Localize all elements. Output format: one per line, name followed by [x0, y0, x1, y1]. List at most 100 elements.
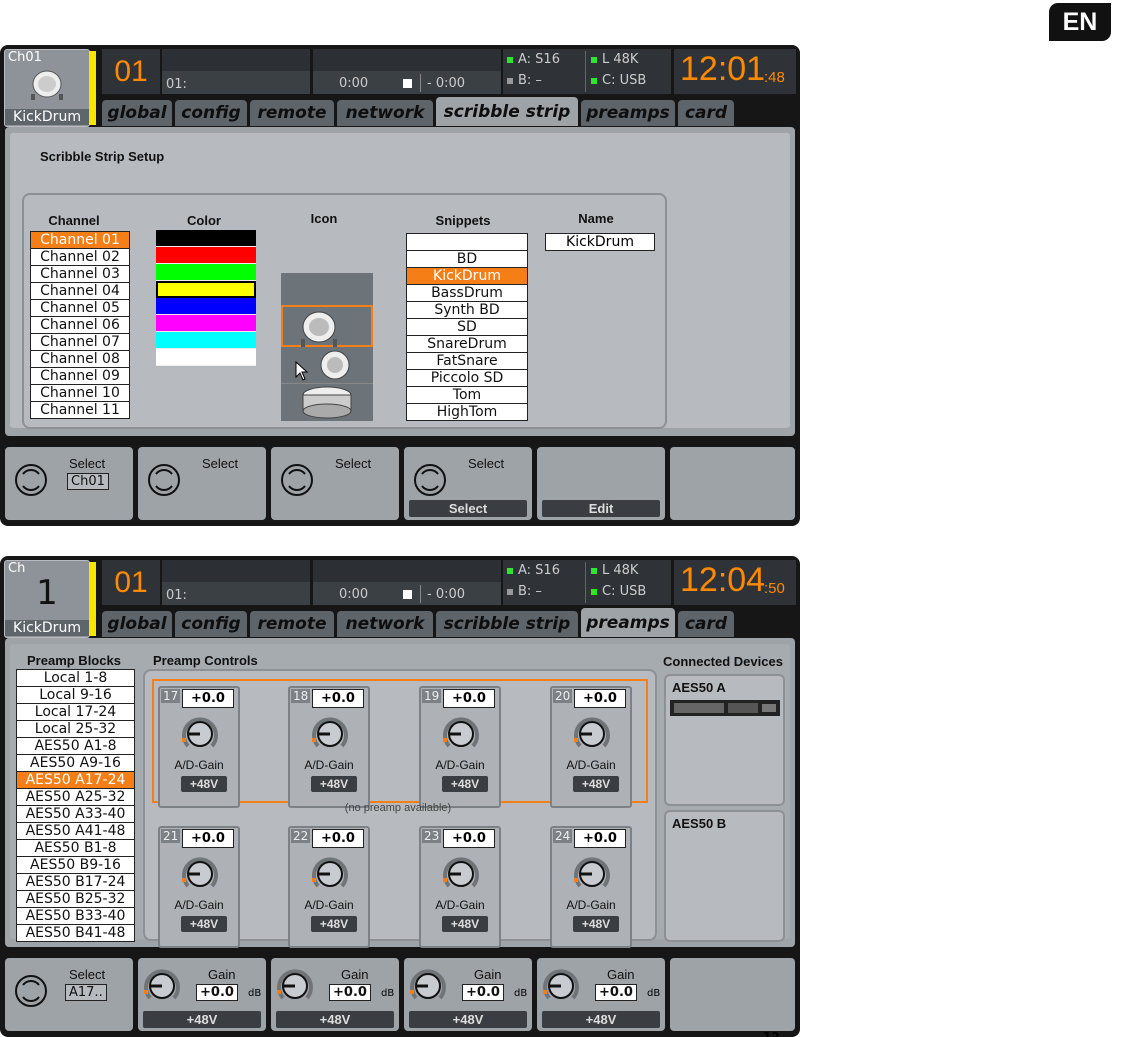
- softkey-2[interactable]: Gain +0.0 dB +48V: [138, 958, 266, 1031]
- tab-global[interactable]: global: [102, 100, 172, 126]
- gain-knob-icon[interactable]: [441, 714, 481, 758]
- gain-knob-icon[interactable]: [408, 966, 448, 1010]
- phantom-power-button[interactable]: +48V: [311, 916, 357, 932]
- list-item[interactable]: Channel 01: [31, 232, 129, 249]
- list-item[interactable]: Local 25-32: [17, 721, 134, 738]
- color-list[interactable]: [156, 230, 256, 366]
- softkey-5[interactable]: Gain +0.0 dB +48V: [537, 958, 665, 1031]
- list-item[interactable]: Local 17-24: [17, 704, 134, 721]
- list-item[interactable]: AES50 A41-48: [17, 823, 134, 840]
- tab-scribble-strip[interactable]: scribble strip: [436, 611, 578, 637]
- list-item[interactable]: Piccolo SD: [407, 370, 527, 387]
- list-item[interactable]: Channel 08: [31, 351, 129, 368]
- list-item[interactable]: BD: [407, 251, 527, 268]
- color-swatch[interactable]: [156, 230, 256, 247]
- softkey-3[interactable]: Select: [271, 447, 399, 520]
- list-item[interactable]: Channel 10: [31, 385, 129, 402]
- gain-knob-icon[interactable]: [541, 966, 581, 1010]
- color-swatch[interactable]: [156, 247, 256, 264]
- list-item[interactable]: SD: [407, 319, 527, 336]
- color-swatch[interactable]: [156, 281, 256, 298]
- color-swatch[interactable]: [156, 332, 256, 349]
- gain-knob-icon[interactable]: [572, 714, 612, 758]
- phantom-power-button[interactable]: +48V: [442, 916, 488, 932]
- tab-preamps[interactable]: preamps: [581, 100, 675, 126]
- softkey-3[interactable]: Gain +0.0 dB +48V: [271, 958, 399, 1031]
- list-item[interactable]: AES50 B1-8: [17, 840, 134, 857]
- tab-card[interactable]: card: [678, 100, 734, 126]
- list-item[interactable]: AES50 A17-24: [17, 772, 134, 789]
- phantom-power-button[interactable]: +48V: [311, 776, 357, 792]
- phantom-power-button[interactable]: +48V: [442, 776, 488, 792]
- name-field[interactable]: KickDrum: [545, 233, 655, 251]
- phantom-power-button[interactable]: +48V: [573, 916, 619, 932]
- list-item[interactable]: Local 9-16: [17, 687, 134, 704]
- list-item[interactable]: Synth BD: [407, 302, 527, 319]
- gain-knob-icon[interactable]: [310, 714, 350, 758]
- gain-value[interactable]: +0.0: [312, 829, 364, 848]
- preamp-blocks-list[interactable]: Local 1-8 Local 9-16 Local 17-24 Local 25-3…: [16, 669, 135, 942]
- phantom-power-button[interactable]: +48V: [143, 1011, 261, 1028]
- gain-knob-icon[interactable]: [142, 966, 182, 1010]
- softkey-6[interactable]: [670, 958, 795, 1031]
- softkey-1[interactable]: Select A17..: [5, 958, 133, 1031]
- list-item[interactable]: Channel 11: [31, 402, 129, 418]
- list-item[interactable]: Channel 02: [31, 249, 129, 266]
- color-swatch[interactable]: [156, 298, 256, 315]
- gain-knob-icon[interactable]: [275, 966, 315, 1010]
- tab-network[interactable]: network: [337, 100, 433, 126]
- gain-value[interactable]: +0.0: [574, 829, 626, 848]
- color-swatch[interactable]: [156, 315, 256, 332]
- list-item[interactable]: AES50 A33-40: [17, 806, 134, 823]
- tab-scribble-strip[interactable]: scribble strip: [436, 97, 578, 126]
- tab-remote[interactable]: remote: [250, 100, 334, 126]
- tab-config[interactable]: config: [175, 100, 247, 126]
- tab-network[interactable]: network: [337, 611, 433, 637]
- list-item[interactable]: [407, 234, 527, 251]
- tab-card[interactable]: card: [678, 611, 734, 637]
- list-item[interactable]: Local 1-8: [17, 670, 134, 687]
- softkey-2[interactable]: Select: [138, 447, 266, 520]
- list-item[interactable]: AES50 B41-48: [17, 925, 134, 941]
- edit-button[interactable]: Edit: [542, 500, 660, 517]
- color-swatch[interactable]: [156, 264, 256, 281]
- phantom-power-button[interactable]: +48V: [181, 776, 227, 792]
- list-item[interactable]: Channel 06: [31, 317, 129, 334]
- list-item[interactable]: Channel 05: [31, 300, 129, 317]
- list-item[interactable]: Tom: [407, 387, 527, 404]
- list-item[interactable]: Channel 09: [31, 368, 129, 385]
- softkey-5[interactable]: Edit: [537, 447, 665, 520]
- gain-knob-icon[interactable]: [180, 854, 220, 898]
- softkey-6[interactable]: [670, 447, 795, 520]
- list-item[interactable]: Channel 07: [31, 334, 129, 351]
- tab-preamps[interactable]: preamps: [581, 608, 675, 637]
- list-item[interactable]: FatSnare: [407, 353, 527, 370]
- phantom-power-button[interactable]: +48V: [181, 916, 227, 932]
- list-item[interactable]: AES50 A9-16: [17, 755, 134, 772]
- gain-value[interactable]: +0.0: [443, 829, 495, 848]
- softkey-4[interactable]: Select Select: [404, 447, 532, 520]
- gain-value[interactable]: +0.0: [574, 689, 626, 708]
- list-item[interactable]: Channel 03: [31, 266, 129, 283]
- list-item[interactable]: KickDrum: [407, 268, 527, 285]
- tab-global[interactable]: global: [102, 611, 172, 637]
- channel-list[interactable]: Channel 01 Channel 02 Channel 03 Channel 04…: [30, 231, 130, 419]
- phantom-power-button[interactable]: +48V: [276, 1011, 394, 1028]
- icon-list[interactable]: [281, 273, 373, 421]
- list-item[interactable]: AES50 B33-40: [17, 908, 134, 925]
- gain-knob-icon[interactable]: [572, 854, 612, 898]
- gain-value[interactable]: +0.0: [182, 689, 234, 708]
- softkey-4[interactable]: Gain +0.0 dB +48V: [404, 958, 532, 1031]
- list-item[interactable]: AES50 A25-32: [17, 789, 134, 806]
- select-button[interactable]: Select: [409, 500, 527, 517]
- list-item[interactable]: HighTom: [407, 404, 527, 420]
- phantom-power-button[interactable]: +48V: [542, 1011, 660, 1028]
- list-item[interactable]: BassDrum: [407, 285, 527, 302]
- gain-knob-icon[interactable]: [310, 854, 350, 898]
- list-item[interactable]: Channel 04: [31, 283, 129, 300]
- snippets-list[interactable]: BD KickDrum BassDrum Synth BD SD SnareDrum Fat…: [406, 233, 528, 421]
- list-item[interactable]: AES50 A1-8: [17, 738, 134, 755]
- list-item[interactable]: SnareDrum: [407, 336, 527, 353]
- phantom-power-button[interactable]: +48V: [409, 1011, 527, 1028]
- phantom-power-button[interactable]: +48V: [573, 776, 619, 792]
